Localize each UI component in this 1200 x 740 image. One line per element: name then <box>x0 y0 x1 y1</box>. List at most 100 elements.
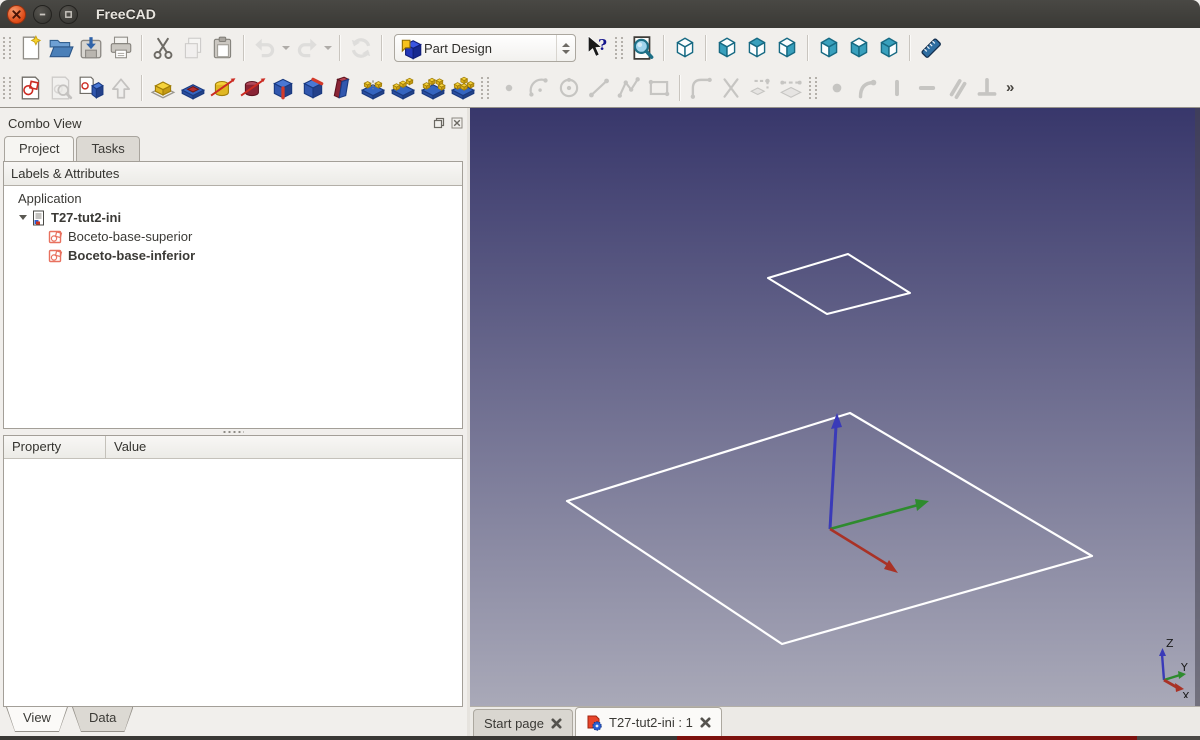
mirrored-button[interactable] <box>358 73 388 103</box>
workbench-selector[interactable]: Part Design <box>394 34 576 62</box>
main-area: Combo View Project Tasks Labels & Attrib… <box>0 107 1200 737</box>
toolbar-drag-handle[interactable] <box>615 37 623 59</box>
toolbar-overflow-button[interactable]: » <box>1006 79 1014 96</box>
tree-item-sketch-inferior[interactable]: Boceto-base-inferior <box>4 246 462 265</box>
create-line-button[interactable] <box>584 73 614 103</box>
sketch-fillet-button[interactable] <box>686 73 716 103</box>
measure-distance-button[interactable] <box>916 33 946 63</box>
copy-button[interactable] <box>178 33 208 63</box>
view-rear-button[interactable] <box>814 33 844 63</box>
window-bottom-edge <box>0 736 1200 740</box>
cut-icon <box>150 35 176 61</box>
close-button[interactable] <box>7 4 26 24</box>
create-rectangle-button[interactable] <box>644 73 674 103</box>
combo-view-title: Combo View <box>8 115 82 131</box>
mdi-tab-document[interactable]: T27-tut2-ini : 1 <box>575 707 722 737</box>
toolbar-drag-handle[interactable] <box>481 76 489 99</box>
view-left-button[interactable] <box>874 33 904 63</box>
save-document-button[interactable] <box>76 33 106 63</box>
tangent-icon <box>854 75 880 101</box>
3d-viewport[interactable]: Z Y X <box>470 108 1200 706</box>
toolbar-separator <box>381 35 383 61</box>
undo-dropdown-arrow[interactable] <box>280 33 292 63</box>
redo-button[interactable] <box>292 33 322 63</box>
cut-button[interactable] <box>148 33 178 63</box>
new-document-button[interactable] <box>16 33 46 63</box>
constraint-horizontal-button[interactable] <box>912 73 942 103</box>
tree-header: Labels & Attributes <box>4 162 462 186</box>
constraint-parallel-button[interactable] <box>942 73 972 103</box>
chamfer-button[interactable] <box>298 73 328 103</box>
map-sketch-to-face-button[interactable] <box>76 73 106 103</box>
sketch-wire-superior[interactable] <box>767 253 911 315</box>
draft-button[interactable] <box>328 73 358 103</box>
polar-pattern-button[interactable] <box>418 73 448 103</box>
print-button[interactable] <box>106 33 136 63</box>
view-front-button[interactable] <box>712 33 742 63</box>
toolbar-separator <box>663 35 665 61</box>
bottom-edge-red <box>677 736 1137 740</box>
axis-z-label: Z <box>1166 637 1174 650</box>
refresh-button[interactable] <box>346 33 376 63</box>
constraint-perpendicular-button[interactable] <box>972 73 1002 103</box>
tree-item-application[interactable]: Application <box>4 189 462 208</box>
fit-all-button[interactable] <box>628 33 658 63</box>
close-icon <box>12 9 21 19</box>
multi-transform-button[interactable] <box>448 73 478 103</box>
constraint-tangent-button[interactable] <box>852 73 882 103</box>
constraint-vertical-button[interactable] <box>882 73 912 103</box>
view-axonometric-button[interactable] <box>670 33 700 63</box>
minimize-button[interactable] <box>33 4 52 24</box>
create-arc-button[interactable] <box>524 73 554 103</box>
tab-view[interactable]: View <box>7 707 67 731</box>
open-document-button[interactable] <box>46 33 76 63</box>
constraint-coincident-button[interactable] <box>822 73 852 103</box>
linear-pattern-button[interactable] <box>388 73 418 103</box>
tree-item-document[interactable]: T27-tut2-ini <box>4 208 462 227</box>
tree-item-sketch-superior[interactable]: Boceto-base-superior <box>4 227 462 246</box>
mdi-tab-start-page[interactable]: Start page <box>473 709 573 737</box>
expander-icon[interactable] <box>19 215 27 220</box>
tab-close-icon[interactable] <box>700 717 711 728</box>
external-geometry-button[interactable] <box>746 73 776 103</box>
toolbar-drag-handle[interactable] <box>809 76 817 99</box>
tab-project[interactable]: Project <box>4 136 75 161</box>
tab-close-icon[interactable] <box>551 718 562 729</box>
property-column-header[interactable]: Property <box>4 436 106 458</box>
create-polyline-button[interactable] <box>614 73 644 103</box>
toolbar-drag-handle[interactable] <box>3 76 11 99</box>
paste-button[interactable] <box>208 33 238 63</box>
workbench-selector-value: Part Design <box>424 40 492 56</box>
dock-float-button[interactable] <box>432 117 445 130</box>
pocket-button[interactable] <box>178 73 208 103</box>
perpendicular-icon <box>974 75 1000 101</box>
tab-tasks[interactable]: Tasks <box>76 136 140 161</box>
origin-axes <box>828 413 929 573</box>
redo-icon <box>294 35 320 61</box>
leave-sketch-button[interactable] <box>106 73 136 103</box>
toolbar-drag-handle[interactable] <box>3 37 11 59</box>
edit-sketch-button[interactable] <box>46 73 76 103</box>
maximize-button[interactable] <box>59 4 78 24</box>
create-point-button[interactable] <box>494 73 524 103</box>
fillet-button[interactable] <box>268 73 298 103</box>
view-top-button[interactable] <box>742 33 772 63</box>
tab-data[interactable]: Data <box>73 707 132 731</box>
view-right-button[interactable] <box>772 33 802 63</box>
workbench-selector-spinner[interactable] <box>556 35 575 61</box>
view-bottom-button[interactable] <box>844 33 874 63</box>
construction-mode-button[interactable] <box>776 73 806 103</box>
revolution-button[interactable] <box>208 73 238 103</box>
new-sketch-button[interactable] <box>16 73 46 103</box>
fitall-icon <box>630 35 656 61</box>
trim-edge-button[interactable] <box>716 73 746 103</box>
undo-button[interactable] <box>250 33 280 63</box>
create-circle-button[interactable] <box>554 73 584 103</box>
groove-button[interactable] <box>238 73 268 103</box>
value-column-header[interactable]: Value <box>106 436 146 458</box>
titlebar: FreeCAD <box>0 0 1200 28</box>
whats-this-button[interactable]: ? <box>582 33 612 63</box>
pad-button[interactable] <box>148 73 178 103</box>
redo-dropdown-arrow[interactable] <box>322 33 334 63</box>
dock-close-button[interactable] <box>450 117 463 130</box>
